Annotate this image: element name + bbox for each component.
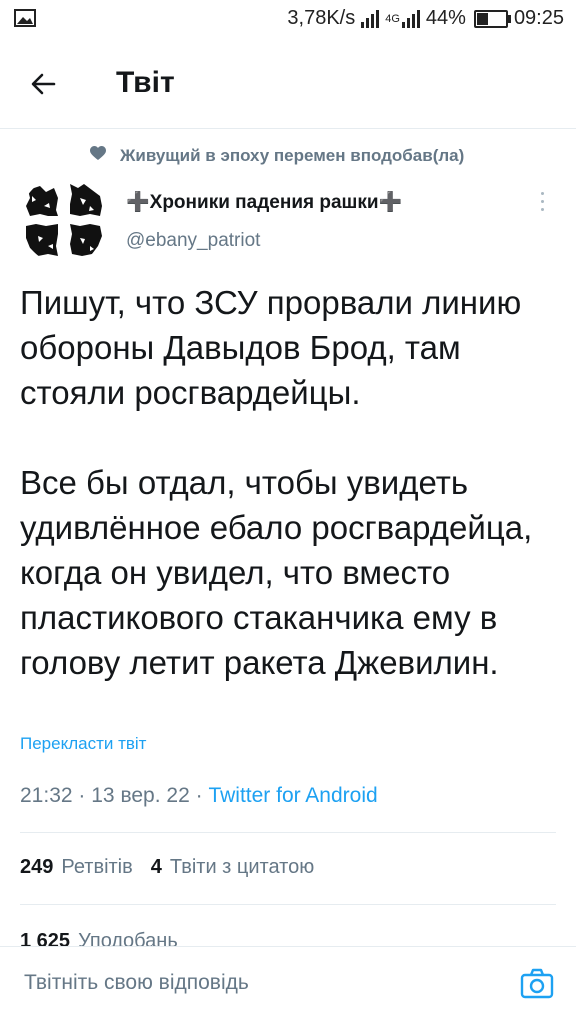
camera-icon[interactable]	[520, 967, 554, 1001]
top-app-bar: Твіт	[0, 40, 576, 129]
clock: 09:25	[513, 7, 564, 29]
tweet-source-link[interactable]: Twitter for Android	[208, 784, 377, 807]
signal-icon	[361, 9, 380, 28]
reply-bar: Твітніть свою відповідь	[0, 946, 576, 1025]
network-speed: 3,78K/s	[287, 7, 356, 29]
network-type: 4G	[385, 12, 400, 25]
back-arrow-icon[interactable]	[28, 68, 60, 100]
image-notification-icon	[14, 9, 36, 33]
reply-input[interactable]: Твітніть свою відповідь	[24, 971, 249, 995]
battery-icon	[473, 9, 511, 28]
signal-4g-icon	[401, 9, 420, 28]
tweet-date: 13 вер. 22	[91, 784, 190, 807]
status-bar: 3,78K/s 4G 44% 09:25	[0, 0, 576, 40]
battery-percent: 44%	[425, 7, 466, 29]
tweet-paragraph: Все бы отдал, чтобы увидеть удивлённое е…	[20, 464, 533, 681]
retweets-count: 249	[20, 856, 54, 878]
more-options-icon[interactable]	[532, 192, 552, 216]
retweets-stat[interactable]: 249 Ретвітів	[20, 856, 133, 879]
tweet-stats: 249 Ретвітів 4 Твіти з цитатою	[20, 856, 314, 879]
avatar[interactable]	[20, 176, 108, 264]
divider	[20, 904, 556, 905]
quotes-stat[interactable]: 4 Твіти з цитатою	[151, 856, 314, 879]
liked-by-text: Живущий в эпоху перемен вподобав(ла)	[120, 146, 465, 165]
heart-icon	[90, 146, 106, 166]
tweet-time: 21:32	[20, 784, 73, 807]
tweet-metadata: 21:32 · 13 вер. 22 · Twitter for Android	[20, 784, 378, 808]
likes-stat[interactable]: 1 625 Уподобань	[20, 926, 178, 946]
quotes-label: Твіти з цитатою	[169, 856, 315, 878]
author-name[interactable]: ➕Хроники падения рашки➕	[126, 190, 402, 214]
tweet-paragraph: Пишут, что ЗСУ прорвали линию обороны Да…	[20, 284, 522, 411]
meta-separator: ·	[195, 784, 203, 807]
quotes-count: 4	[150, 856, 162, 878]
page-title: Твіт	[116, 66, 175, 99]
translate-tweet-link[interactable]: Перекласти твіт	[20, 734, 146, 754]
social-context[interactable]: Живущий в эпоху перемен вподобав(ла)	[90, 146, 464, 166]
author-handle[interactable]: @ebany_patriot	[126, 230, 260, 252]
likes-label: Уподобань	[78, 930, 178, 946]
retweets-label: Ретвітів	[61, 856, 133, 878]
tweet-text: Пишут, что ЗСУ прорвали линию обороны Да…	[20, 280, 560, 685]
likes-count: 1 625	[20, 930, 71, 946]
divider	[20, 832, 556, 833]
meta-separator: ·	[78, 784, 86, 807]
